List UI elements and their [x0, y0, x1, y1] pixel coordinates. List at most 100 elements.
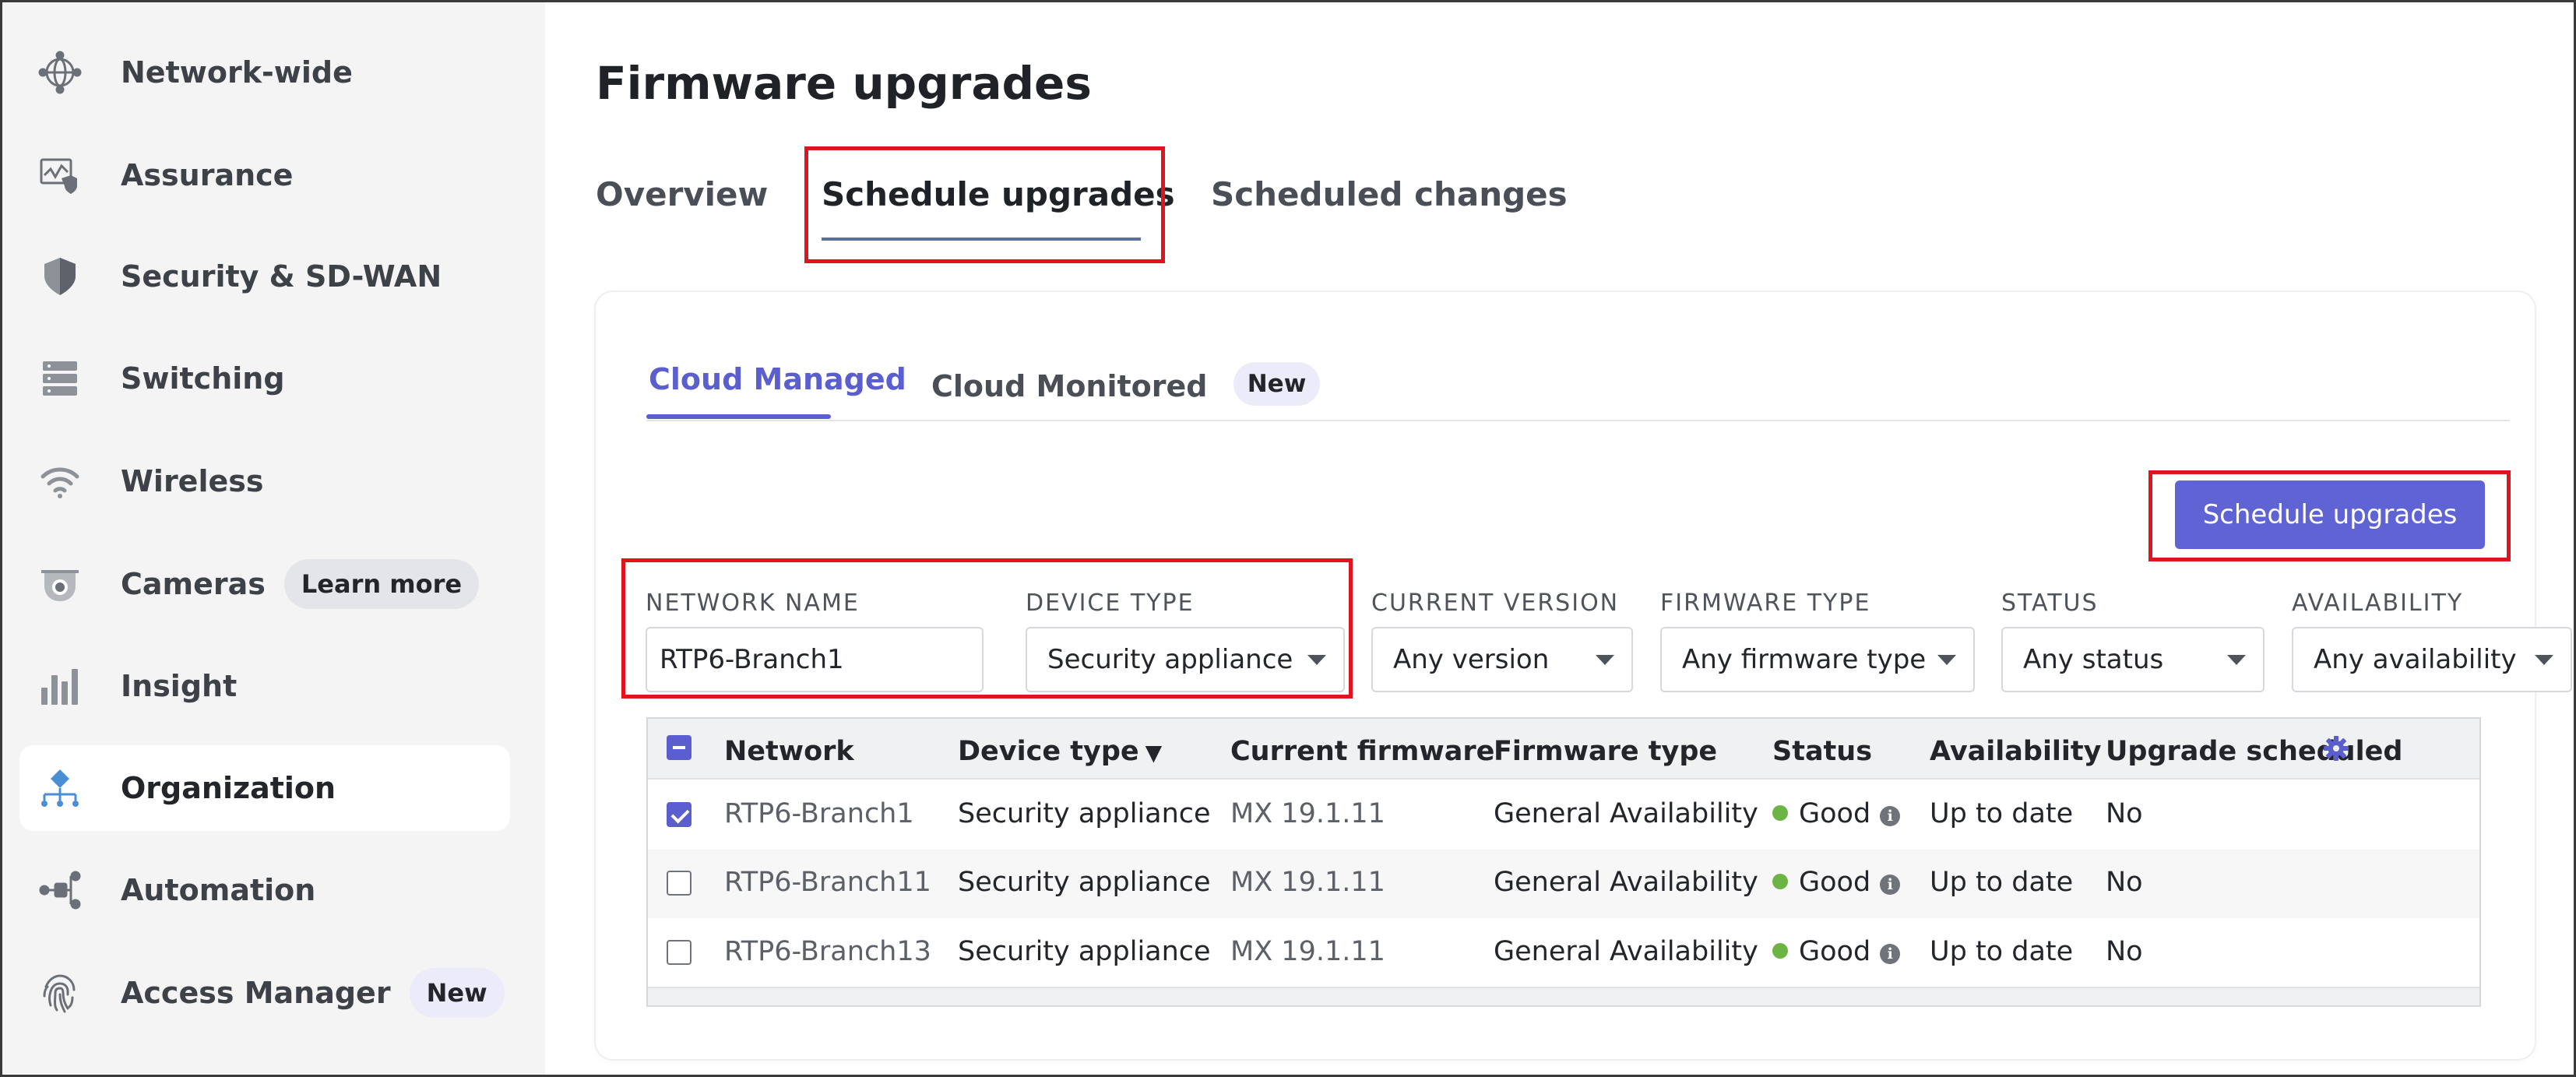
sidebar-item-cameras[interactable]: Cameras Learn more [19, 541, 510, 627]
new-badge: New [409, 968, 505, 1018]
row-checkbox[interactable] [667, 802, 692, 827]
highlight-box-tab [804, 146, 1165, 263]
highlight-box-filters [621, 558, 1353, 699]
gear-icon[interactable] [2322, 734, 2350, 762]
cell-network[interactable]: RTP6-Branch11 [724, 867, 931, 898]
sidebar-item-assurance[interactable]: Assurance [19, 132, 510, 218]
subtab-cloud-managed[interactable]: Cloud Managed [649, 362, 906, 396]
column-header-upgrade-scheduled[interactable]: Upgrade scheduled [2106, 736, 2402, 767]
table-row[interactable]: RTP6-Branch13 Security appliance MX 19.1… [648, 919, 2479, 987]
tab-scheduled-changes[interactable]: Scheduled changes [1211, 175, 1568, 213]
status-good-dot-icon [1772, 943, 1788, 959]
sidebar-item-organization[interactable]: Organization [19, 745, 510, 831]
sidebar-item-label: Automation [121, 873, 316, 907]
cell-upgrade-scheduled: No [2106, 867, 2143, 898]
sidebar-item-automation[interactable]: Automation [19, 847, 510, 933]
cell-network[interactable]: RTP6-Branch13 [724, 936, 931, 967]
highlight-box-button [2148, 470, 2511, 561]
chevron-down-icon [2535, 655, 2553, 665]
table-row[interactable]: RTP6-Branch11 Security appliance MX 19.1… [648, 850, 2479, 918]
shield-icon [38, 255, 82, 298]
sidebar-item-label: Wireless [121, 464, 264, 498]
info-icon[interactable]: i [1880, 944, 1901, 964]
cell-upgrade-scheduled: No [2106, 936, 2143, 967]
current-version-select[interactable]: Any version [1371, 627, 1633, 692]
chevron-down-icon [1937, 655, 1956, 665]
subtab-cloud-monitored[interactable]: Cloud Monitored New [931, 362, 1321, 406]
wifi-icon [38, 459, 82, 503]
sidebar-item-insight[interactable]: Insight [19, 643, 510, 729]
table-row[interactable]: RTP6-Branch1 Security appliance MX 19.1.… [648, 781, 2479, 850]
cell-current-firmware: MX 19.1.11 [1230, 867, 1385, 898]
column-header-availability[interactable]: Availability [1930, 736, 2101, 767]
status-good-dot-icon [1772, 874, 1788, 889]
column-header-network[interactable]: Network [724, 736, 854, 767]
cell-current-firmware: MX 19.1.11 [1230, 936, 1385, 967]
cell-firmware-type: General Availability [1494, 798, 1758, 829]
status-good-dot-icon [1772, 805, 1788, 821]
cell-upgrade-scheduled: No [2106, 798, 2143, 829]
firmware-type-select[interactable]: Any firmware type [1660, 627, 1975, 692]
sidebar-item-label: Security & SD-WAN [121, 259, 442, 294]
row-checkbox[interactable] [667, 940, 692, 965]
status-text: Good [1799, 936, 1871, 967]
column-header-device-type[interactable]: Device type ▼ [958, 736, 1162, 767]
chevron-down-icon [1596, 655, 1614, 665]
tab-overview[interactable]: Overview [596, 175, 768, 213]
column-header-firmware-type[interactable]: Firmware type [1494, 736, 1717, 767]
camera-icon [38, 562, 82, 606]
column-header-current-firmware[interactable]: Current firmware [1230, 736, 1494, 767]
select-all-checkbox[interactable] [667, 735, 692, 760]
status-text: Good [1799, 867, 1871, 898]
subtab-divider [646, 420, 2510, 421]
sidebar-item-switching[interactable]: Switching [19, 336, 510, 421]
table-footer [648, 987, 2479, 1005]
sidebar-item-label: Network-wide [121, 55, 353, 90]
sidebar-item-security[interactable]: Security & SD-WAN [19, 234, 510, 319]
networks-table: Network Device type ▼ Current firmware Fi… [646, 717, 2481, 1007]
globe-network-icon [38, 51, 82, 94]
filter-label-status: STATUS [2001, 590, 2099, 617]
cell-device-type: Security appliance [958, 936, 1211, 967]
select-value: Any version [1393, 644, 1550, 675]
status-select[interactable]: Any status [2001, 627, 2265, 692]
filter-label-firmware-type: FIRMWARE TYPE [1660, 590, 1871, 617]
app-window: Network-wide Assurance Security & SD-WAN [0, 0, 2576, 1077]
cell-availability: Up to date [1930, 867, 2074, 898]
table-header: Network Device type ▼ Current firmware Fi… [648, 719, 2479, 780]
cell-firmware-type: General Availability [1494, 867, 1758, 898]
row-checkbox[interactable] [667, 871, 692, 896]
page-title: Firmware upgrades [596, 57, 1092, 110]
filter-label-availability: AVAILABILITY [2292, 590, 2464, 617]
filter-label-current-version: CURRENT VERSION [1371, 590, 1620, 617]
select-value: Any availability [2314, 644, 2517, 675]
organization-tree-icon [38, 766, 82, 810]
cell-availability: Up to date [1930, 936, 2074, 967]
sidebar-item-label: Insight [121, 669, 238, 703]
cell-device-type: Security appliance [958, 867, 1211, 898]
sidebar-item-label: Assurance [121, 158, 294, 192]
info-icon[interactable]: i [1880, 875, 1901, 895]
sidebar-item-label: Access Manager [121, 976, 391, 1010]
info-icon[interactable]: i [1880, 806, 1901, 826]
switch-stack-icon [38, 357, 82, 400]
subtab-label: Cloud Monitored [931, 369, 1208, 403]
sidebar-item-label: Organization [121, 771, 336, 805]
cell-status: Good i [1772, 867, 1901, 898]
select-value: Any status [2023, 644, 2164, 675]
sidebar-item-label: Cameras [121, 567, 266, 601]
cell-network[interactable]: RTP6-Branch1 [724, 798, 914, 829]
column-header-status[interactable]: Status [1772, 736, 1872, 767]
assurance-chart-shield-icon [38, 153, 82, 197]
sidebar-item-network-wide[interactable]: Network-wide [19, 30, 510, 115]
availability-select[interactable]: Any availability [2292, 627, 2572, 692]
bar-chart-icon [38, 664, 82, 708]
automation-flow-icon [38, 868, 82, 912]
sidebar-item-wireless[interactable]: Wireless [19, 438, 510, 524]
sidebar-item-access-manager[interactable]: Access Manager New [19, 950, 510, 1036]
learn-more-pill[interactable]: Learn more [283, 559, 480, 609]
main-content: Firmware upgrades Overview Schedule upgr… [545, 2, 2574, 1075]
new-badge: New [1233, 362, 1321, 406]
sort-descending-icon: ▼ [1145, 740, 1163, 766]
cell-availability: Up to date [1930, 798, 2074, 829]
